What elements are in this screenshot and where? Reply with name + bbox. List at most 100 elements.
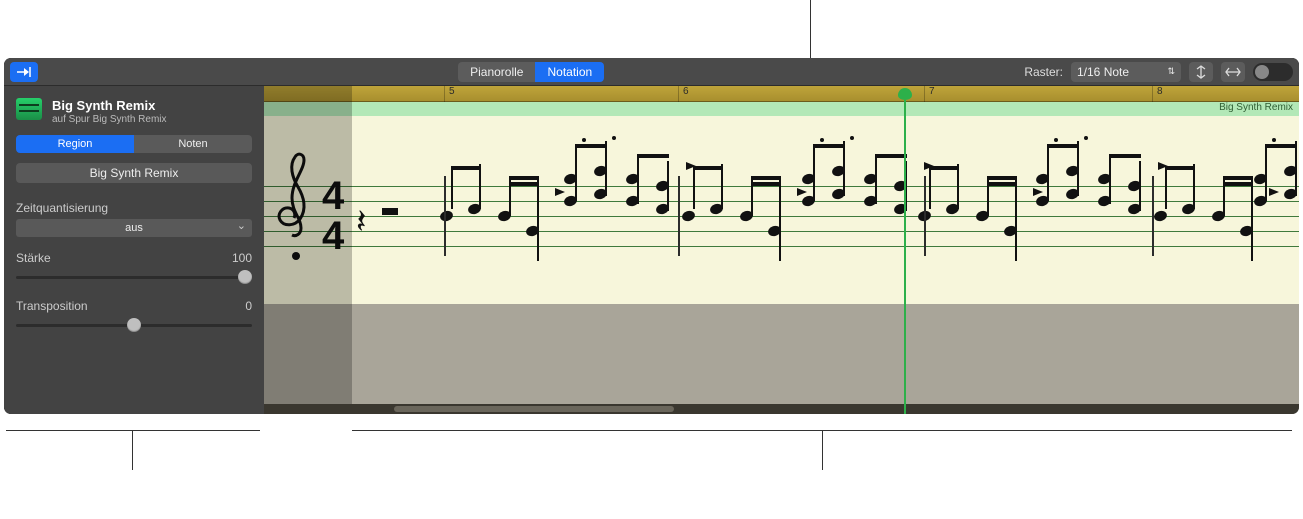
- staccato-dot: [1272, 138, 1276, 142]
- scroll-thumb[interactable]: [394, 406, 674, 412]
- strength-slider[interactable]: [16, 269, 252, 285]
- beam: [637, 154, 669, 158]
- beam: [1223, 176, 1253, 180]
- strength-label: Stärke: [16, 251, 51, 265]
- callout-line-main-v: [822, 430, 823, 470]
- quarter-rest: 𝄽: [356, 204, 366, 242]
- time-signature: 4 4: [322, 176, 344, 256]
- beam: [693, 166, 723, 170]
- vertical-zoom-button[interactable]: [1189, 62, 1213, 82]
- region-name-field[interactable]: Big Synth Remix: [16, 163, 252, 183]
- accent-mark: [1269, 188, 1279, 196]
- note-stem: [1139, 161, 1141, 211]
- note-head[interactable]: [1153, 209, 1168, 223]
- transp-label: Transposition: [16, 299, 88, 313]
- auto-zoom-toggle[interactable]: [1253, 63, 1293, 81]
- beam: [751, 182, 781, 186]
- region-strip[interactable]: Big Synth Remix: [264, 102, 1299, 116]
- inspector-sidebar: Big Synth Remix auf Spur Big Synth Remix…: [4, 86, 264, 414]
- staccato-dot: [1084, 136, 1088, 140]
- note-stem: [537, 231, 539, 261]
- ruler-tick: 5: [444, 86, 455, 102]
- catch-playhead-button[interactable]: [10, 62, 38, 82]
- callout-line-left-v: [132, 430, 133, 470]
- note-stem: [843, 141, 845, 196]
- beam: [987, 176, 1017, 180]
- barline: [924, 176, 926, 256]
- beam: [813, 144, 845, 148]
- note-stem: [693, 169, 695, 209]
- transposition-slider[interactable]: [16, 317, 252, 333]
- beam: [929, 166, 959, 170]
- note-head[interactable]: [681, 209, 696, 223]
- note-stem: [875, 154, 877, 204]
- note-stem: [1193, 164, 1195, 209]
- staccato-dot: [820, 138, 824, 142]
- track-subtitle: auf Spur Big Synth Remix: [52, 114, 167, 125]
- ruler-tick: 8: [1152, 86, 1163, 102]
- tab-notation[interactable]: Notation: [535, 62, 604, 82]
- raster-value: 1/16 Note: [1077, 65, 1129, 79]
- beam: [575, 144, 607, 148]
- playhead[interactable]: [904, 100, 906, 414]
- note-stem: [479, 164, 481, 209]
- note-stem: [637, 154, 639, 204]
- time-sig-den: 4: [322, 216, 344, 256]
- note-stem: [779, 231, 781, 261]
- raster-select[interactable]: 1/16 Note ⇅: [1071, 62, 1181, 82]
- note-stem: [929, 169, 931, 209]
- accent-mark: [797, 188, 807, 196]
- staccato-dot: [1054, 138, 1058, 142]
- note-stem: [1077, 141, 1079, 196]
- note-stem: [1295, 141, 1297, 196]
- beam: [751, 176, 781, 180]
- note-stem: [1265, 146, 1267, 201]
- score-staff-area[interactable]: 4 4 𝄽: [264, 116, 1299, 304]
- note-stem: [721, 164, 723, 209]
- time-sig-num: 4: [322, 176, 344, 216]
- note-stem: [1165, 169, 1167, 209]
- tab-region[interactable]: Region: [16, 135, 134, 153]
- barline: [1152, 176, 1154, 256]
- note-stem: [1109, 154, 1111, 204]
- strength-value: 100: [232, 251, 252, 265]
- barline: [444, 176, 446, 256]
- chevron-updown-icon: ⇅: [1167, 66, 1175, 77]
- beam: [1109, 154, 1141, 158]
- beam: [875, 154, 907, 158]
- score-editor-panel: Pianorolle Notation Raster: 1/16 Note ⇅: [4, 58, 1299, 414]
- horizontal-zoom-button[interactable]: [1221, 62, 1245, 82]
- beam: [1165, 166, 1195, 170]
- barline: [678, 176, 680, 256]
- param-strength: Stärke 100: [16, 251, 252, 285]
- treble-clef-icon: [274, 152, 316, 262]
- horizontal-scrollbar[interactable]: [264, 404, 1299, 414]
- note-stem: [451, 169, 453, 209]
- region-strip-name: Big Synth Remix: [1219, 102, 1293, 113]
- note-stem: [605, 141, 607, 196]
- beam: [1047, 144, 1079, 148]
- note-stem: [1015, 231, 1017, 261]
- track-header: Big Synth Remix auf Spur Big Synth Remix: [16, 94, 252, 135]
- tab-noten[interactable]: Noten: [134, 135, 252, 153]
- ruler-tick: 7: [924, 86, 935, 102]
- note-stem: [575, 146, 577, 201]
- score-main-area: 5 6 7 8 Big Synth Remix 4: [264, 86, 1299, 414]
- note-stem: [813, 146, 815, 201]
- beam: [1223, 182, 1253, 186]
- ruler-tick: 6: [678, 86, 689, 102]
- callout-line-left: [6, 430, 260, 431]
- view-mode-segmented: Pianorolle Notation: [458, 62, 604, 82]
- staccato-dot: [582, 138, 586, 142]
- beam: [509, 176, 539, 180]
- callout-line-top: [810, 0, 811, 58]
- bar-ruler[interactable]: 5 6 7 8: [264, 86, 1299, 102]
- beam: [987, 182, 1017, 186]
- note-head[interactable]: [439, 209, 454, 223]
- tab-pianorolle[interactable]: Pianorolle: [458, 62, 535, 82]
- software-instrument-icon: [16, 98, 42, 120]
- transp-value: 0: [245, 299, 252, 313]
- raster-label: Raster:: [1024, 65, 1063, 79]
- time-quant-select[interactable]: aus: [16, 219, 252, 237]
- staccato-dot: [612, 136, 616, 140]
